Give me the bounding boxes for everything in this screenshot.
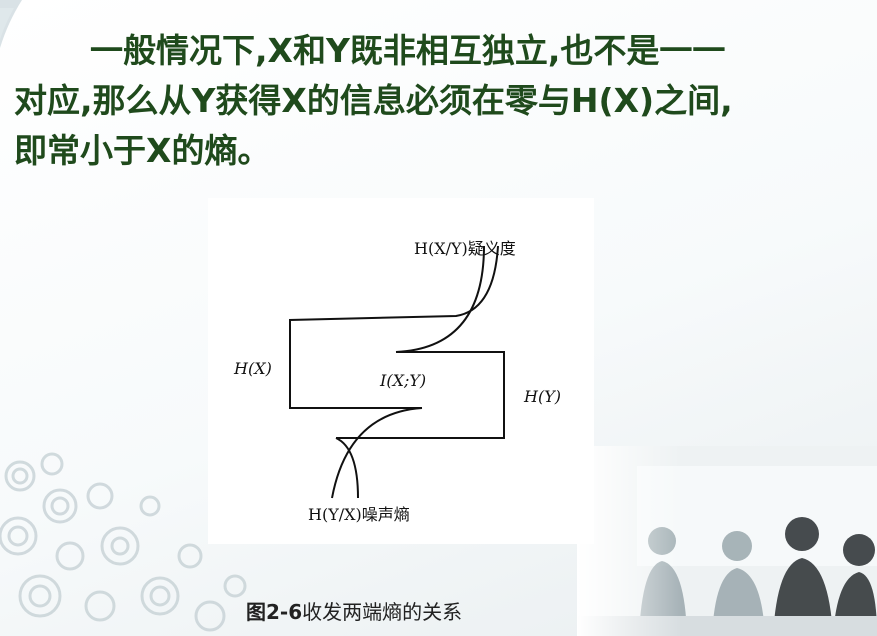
figure-caption: 图2-6收发两端熵的关系 xyxy=(246,596,462,625)
entropy-diagram-figure: H(X/Y)疑义度 H(X) I(X;Y) H(Y) H(Y/X)噪声熵 xyxy=(208,198,594,544)
label-hy: H(Y) xyxy=(523,387,561,406)
meeting-photo-decoration xyxy=(577,446,877,636)
entropy-diagram: H(X/Y)疑义度 H(X) I(X;Y) H(Y) H(Y/X)噪声熵 xyxy=(233,239,561,524)
label-equivocation: H(X/Y)疑义度 xyxy=(414,239,516,258)
label-hx: H(X) xyxy=(233,359,272,378)
hy-lower-curve xyxy=(331,407,423,499)
hx-region-outline xyxy=(336,245,505,439)
noise-curve xyxy=(335,437,359,499)
caption-number: 图2-6 xyxy=(246,600,303,624)
caption-text: 收发两端熵的关系 xyxy=(302,600,463,624)
body-paragraph: 一般情况下,X和Y既非相互独立,也不是一一 对应,那么从Y获得X的信息必须在零与… xyxy=(14,26,864,176)
label-noise-entropy: H(Y/X)噪声熵 xyxy=(308,505,410,524)
label-mutual-information: I(X;Y) xyxy=(379,371,426,390)
paragraph-line-1: 一般情况下,X和Y既非相互独立,也不是一一 xyxy=(90,31,726,70)
paragraph-line-3: 即常小于X的熵。 xyxy=(14,131,271,170)
paragraph-line-2: 对应,那么从Y获得X的信息必须在零与H(X)之间, xyxy=(14,81,733,120)
